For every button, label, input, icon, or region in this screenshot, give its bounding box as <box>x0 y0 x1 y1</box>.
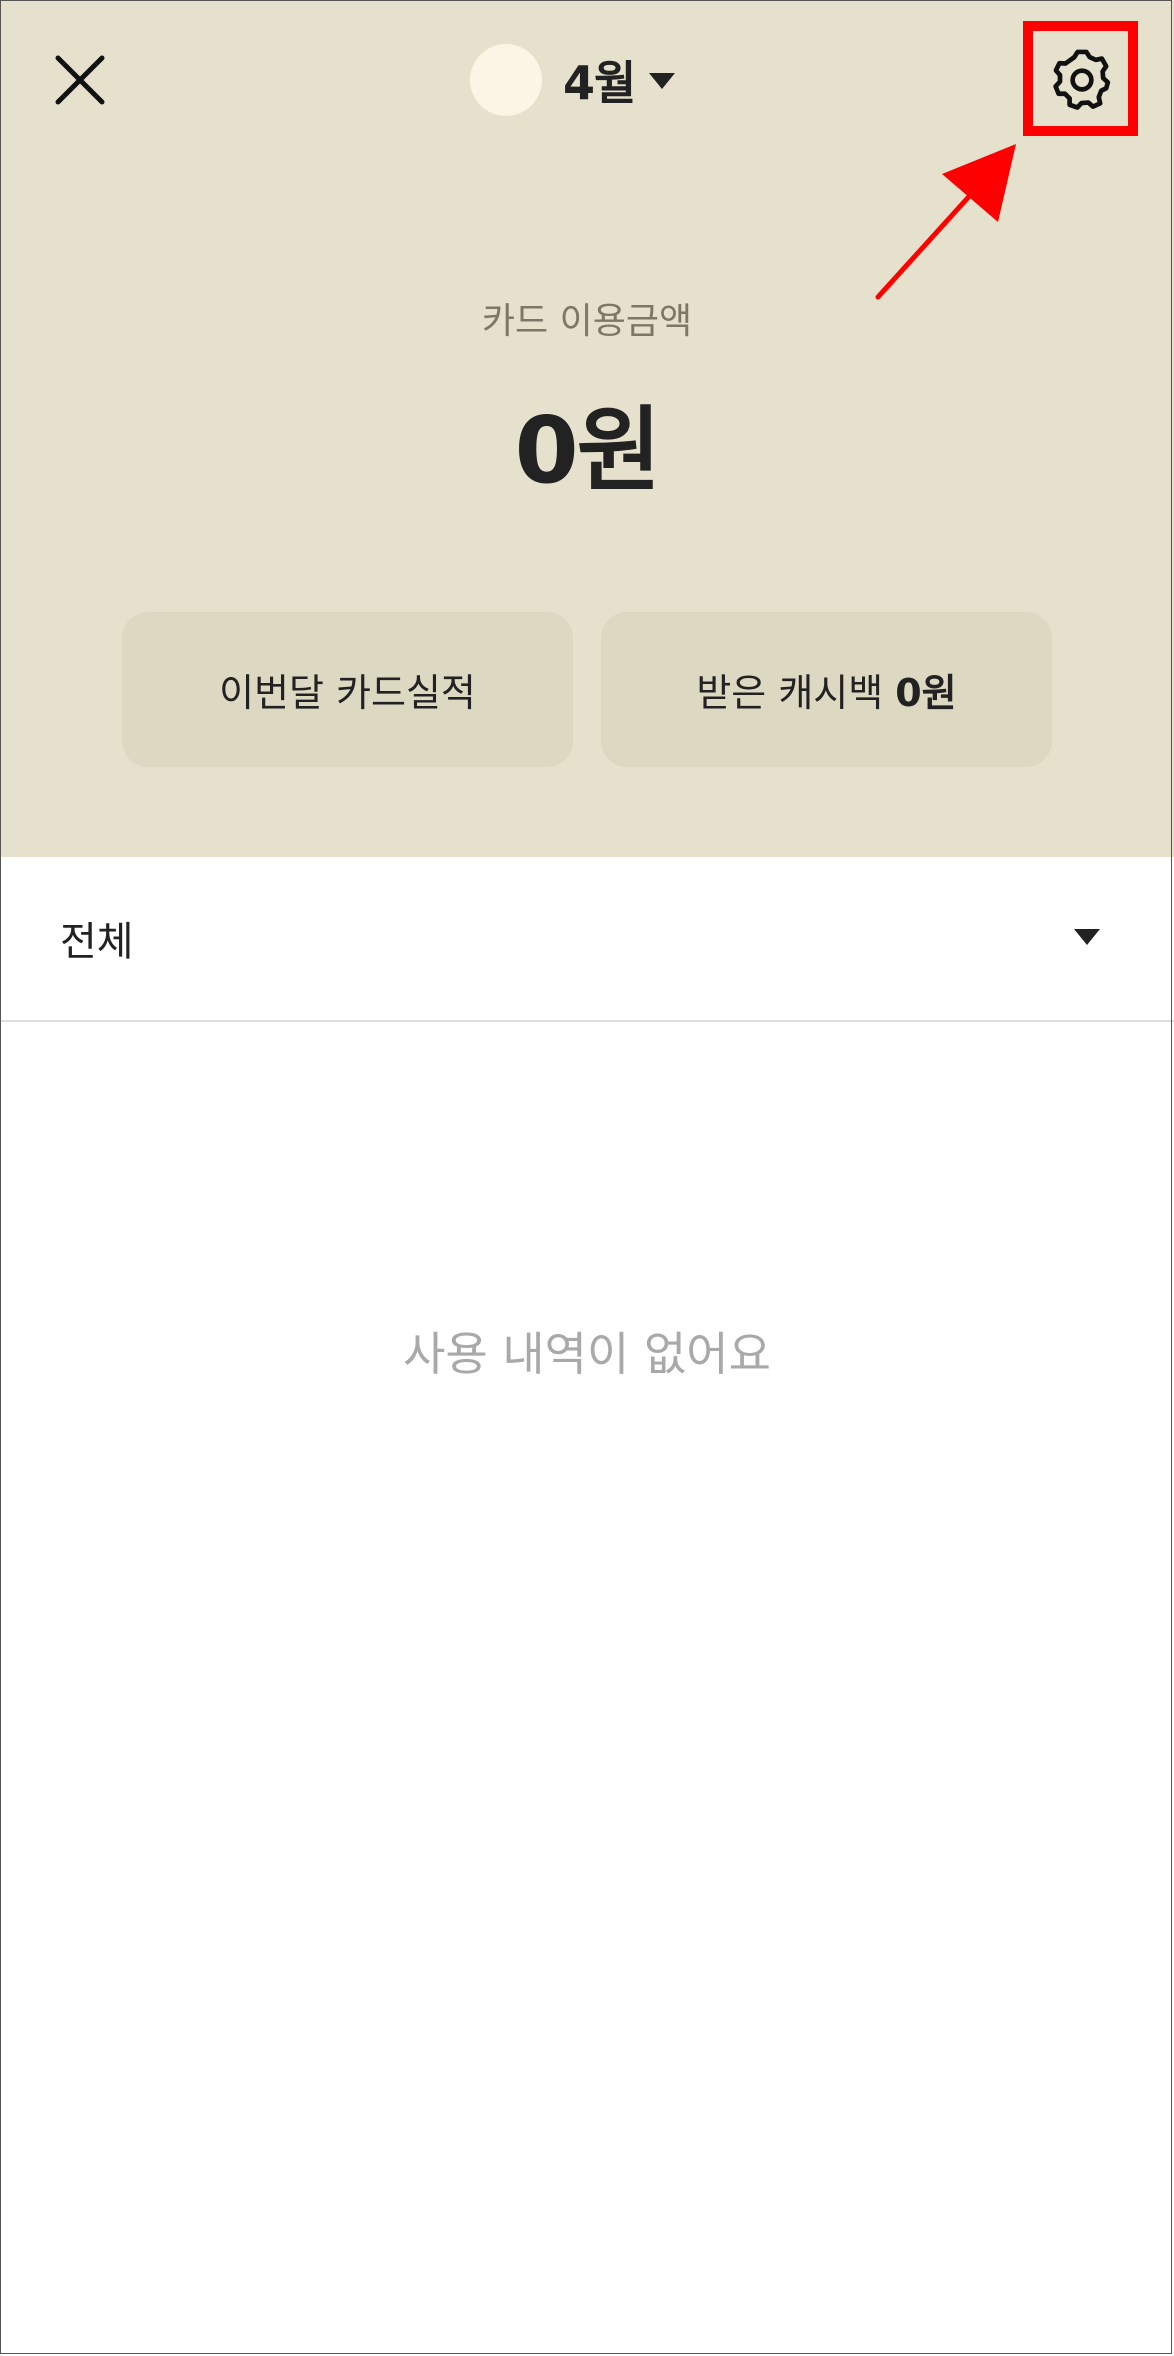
settings-button[interactable] <box>1040 38 1124 122</box>
amount-value: 0원 <box>514 397 662 504</box>
card-performance-button[interactable]: 이번달 카드실적 <box>122 612 573 767</box>
month-label: 4월 <box>563 56 636 110</box>
gear-icon <box>1053 49 1111 110</box>
filter-dropdown[interactable]: 전체 <box>0 857 1174 1022</box>
close-icon <box>55 55 105 105</box>
caret-down-icon <box>1074 929 1100 945</box>
cashback-button[interactable]: 받은 캐시백 0원 <box>601 612 1052 767</box>
arrow-annotation <box>875 144 1016 300</box>
caret-down-icon <box>649 73 676 89</box>
card-performance-label: 이번달 카드실적 <box>219 671 476 715</box>
summary-panel: 4월 카드 이용금액 0원 이번달 카드실적 받은 캐시백 0원 <box>0 0 1174 857</box>
filter-label: 전체 <box>60 919 134 965</box>
amount-caption: 카드 이용금액 <box>481 301 693 342</box>
close-button[interactable] <box>44 44 116 116</box>
cashback-label: 받은 캐시백 <box>696 671 884 715</box>
empty-state-message: 사용 내역이 없어요 <box>403 1327 771 1381</box>
card-avatar <box>470 44 542 116</box>
cashback-amount: 0원 <box>895 671 957 715</box>
month-selector[interactable]: 4월 <box>470 40 676 120</box>
